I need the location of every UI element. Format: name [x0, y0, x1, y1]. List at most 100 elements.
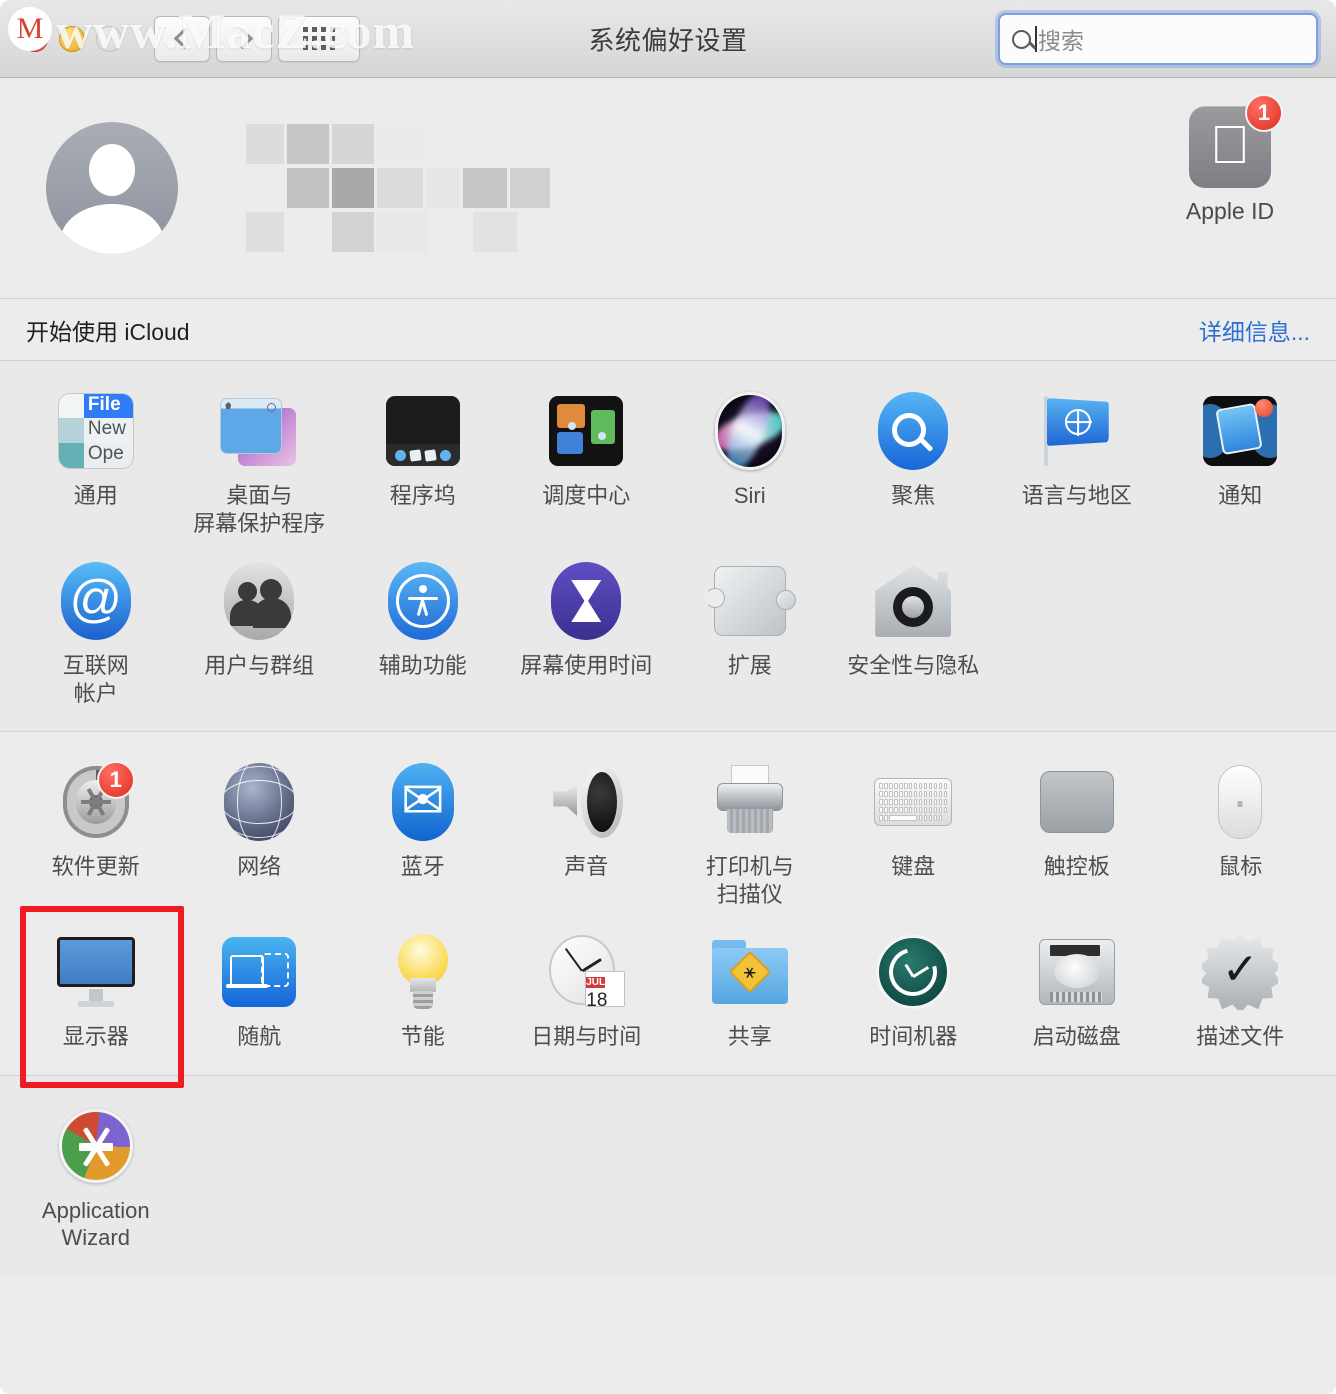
pref-date-time[interactable]: JUL 18 日期与时间	[505, 920, 669, 1063]
apple-id-pane[interactable]:  1 Apple ID	[1150, 94, 1310, 225]
apple-id-badge: 1	[1245, 94, 1283, 132]
system-preferences-window: 系统偏好设置 搜索 M www.MacZ.com 1 Apple ID 开始使用…	[0, 0, 1336, 1394]
pref-screen-time[interactable]: 屏幕使用时间	[505, 549, 669, 719]
zoom-button[interactable]	[96, 25, 122, 52]
pref-desktop-screensaver[interactable]: 桌面与 屏幕保护程序	[178, 379, 342, 549]
pref-startup-disk[interactable]: 启动磁盘	[995, 920, 1159, 1063]
close-button[interactable]	[22, 25, 48, 52]
displays-icon	[54, 930, 138, 1014]
pref-empty-slot	[668, 1094, 832, 1264]
profiles-icon: ✓	[1198, 930, 1282, 1014]
calendar-day: 18	[586, 990, 608, 1007]
time-machine-icon	[871, 930, 955, 1014]
pref-label: 辅助功能	[378, 653, 467, 678]
pref-users-groups[interactable]: 用户与群组	[178, 549, 342, 719]
pref-keyboard[interactable]: 键盘	[832, 750, 996, 920]
pref-label: 屏幕使用时间	[520, 653, 653, 678]
pref-label: 显示器	[62, 1024, 129, 1049]
traffic-light-buttons	[22, 25, 122, 52]
pref-label: 共享	[727, 1024, 772, 1049]
pref-network[interactable]: 网络	[178, 750, 342, 920]
pref-language-region[interactable]: 语言与地区	[995, 379, 1159, 549]
pref-sound[interactable]: 声音	[505, 750, 669, 920]
minimize-button[interactable]	[59, 25, 85, 52]
forward-button[interactable]	[216, 15, 272, 62]
pref-label: Siri	[733, 483, 766, 508]
back-button[interactable]	[154, 15, 210, 62]
pref-time-machine[interactable]: 时间机器	[832, 920, 996, 1063]
sound-icon	[544, 760, 628, 844]
pref-sidecar[interactable]: 随航	[178, 920, 342, 1063]
internet-accounts-icon: @	[54, 559, 138, 643]
spotlight-icon	[871, 389, 955, 473]
pref-label: 打印机与 扫描仪	[705, 854, 794, 907]
pref-label: Application Wizard	[41, 1197, 150, 1251]
pref-profiles[interactable]: ✓ 描述文件	[1159, 920, 1323, 1063]
search-icon	[1012, 29, 1031, 49]
pref-empty-slot	[832, 1094, 996, 1264]
pref-row-1: File New Ope 通用 桌面与 屏幕保护程序 程序坞 调度中心 Siri…	[0, 379, 1336, 549]
language-region-icon	[1035, 389, 1119, 473]
pref-energy-saver[interactable]: 节能	[341, 920, 505, 1063]
pref-label: 描述文件	[1196, 1024, 1285, 1049]
show-all-button[interactable]	[278, 15, 360, 62]
desktop-screensaver-icon	[217, 389, 301, 473]
pref-extensions[interactable]: 扩展	[668, 549, 832, 719]
pref-row-4: 显示器 随航 节能 JUL 18 日期与时间 ⚹ 共享 时间机器 启动磁盘 ✓ …	[0, 906, 1336, 1088]
pref-label: 随航	[237, 1024, 282, 1049]
pref-label: 用户与群组	[204, 653, 315, 678]
pref-label: 启动磁盘	[1032, 1024, 1121, 1049]
trackpad-icon	[1035, 760, 1119, 844]
pref-mouse[interactable]: 鼠标	[1159, 750, 1323, 920]
section-third-party: Application Wizard	[0, 1075, 1336, 1276]
general-icon-item1: New	[83, 418, 133, 443]
sharing-icon: ⚹	[708, 930, 792, 1014]
pref-label: 日期与时间	[531, 1024, 642, 1049]
general-icon-item2: Ope	[83, 442, 133, 468]
pref-label: 聚焦	[891, 483, 936, 508]
chevron-left-icon	[173, 27, 195, 50]
pref-label: 声音	[564, 854, 609, 879]
pref-notifications[interactable]: 通知	[1159, 379, 1323, 549]
window-titlebar: 系统偏好设置 搜索 M www.MacZ.com	[0, 0, 1336, 78]
pref-siri[interactable]: Siri	[668, 379, 832, 549]
extensions-icon	[704, 559, 796, 643]
avatar-head-shape	[89, 144, 135, 196]
startup-disk-icon	[1035, 930, 1119, 1014]
pref-label: 节能	[400, 1024, 445, 1049]
pref-label: 程序坞	[389, 483, 456, 508]
pref-software-update[interactable]: 1 软件更新	[14, 750, 178, 920]
pref-label: 鼠标	[1218, 854, 1263, 879]
pref-empty-slot	[178, 1094, 342, 1264]
date-time-icon: JUL 18	[544, 930, 628, 1014]
pref-label: 通用	[73, 483, 118, 508]
pref-displays[interactable]: 显示器	[14, 906, 184, 1088]
mission-control-icon	[544, 389, 628, 473]
pref-accessibility[interactable]: 辅助功能	[341, 549, 505, 719]
navigation-buttons	[154, 15, 360, 62]
pref-bluetooth[interactable]: ✉ 蓝牙	[341, 750, 505, 920]
pref-internet-accounts[interactable]: @ 互联网 帐户	[14, 549, 178, 719]
pref-application-wizard[interactable]: Application Wizard	[14, 1094, 178, 1264]
apple-logo-icon:  1	[1189, 94, 1283, 188]
avatar[interactable]	[46, 122, 178, 254]
pref-label: 通知	[1218, 483, 1263, 508]
pref-printers-scanners[interactable]: 打印机与 扫描仪	[668, 750, 832, 920]
pref-security-privacy[interactable]: 安全性与隐私	[832, 549, 996, 719]
apple-id-label: Apple ID	[1185, 198, 1275, 224]
chevron-right-icon	[231, 27, 253, 50]
pref-label: 桌面与 屏幕保护程序	[193, 483, 326, 536]
pref-sharing[interactable]: ⚹ 共享	[668, 920, 832, 1063]
pref-trackpad[interactable]: 触控板	[995, 750, 1159, 920]
pref-general[interactable]: File New Ope 通用	[14, 379, 178, 549]
network-icon	[217, 760, 301, 844]
avatar-body-shape	[60, 204, 164, 254]
pref-row-5: Application Wizard	[0, 1094, 1336, 1264]
pref-dock[interactable]: 程序坞	[341, 379, 505, 549]
pref-spotlight[interactable]: 聚焦	[832, 379, 996, 549]
account-name-redacted	[246, 124, 550, 252]
pref-mission-control[interactable]: 调度中心	[505, 379, 669, 549]
search-field[interactable]: 搜索	[998, 13, 1318, 65]
icloud-details-link[interactable]: 详细信息...	[1199, 313, 1310, 347]
dock-icon	[381, 389, 465, 473]
